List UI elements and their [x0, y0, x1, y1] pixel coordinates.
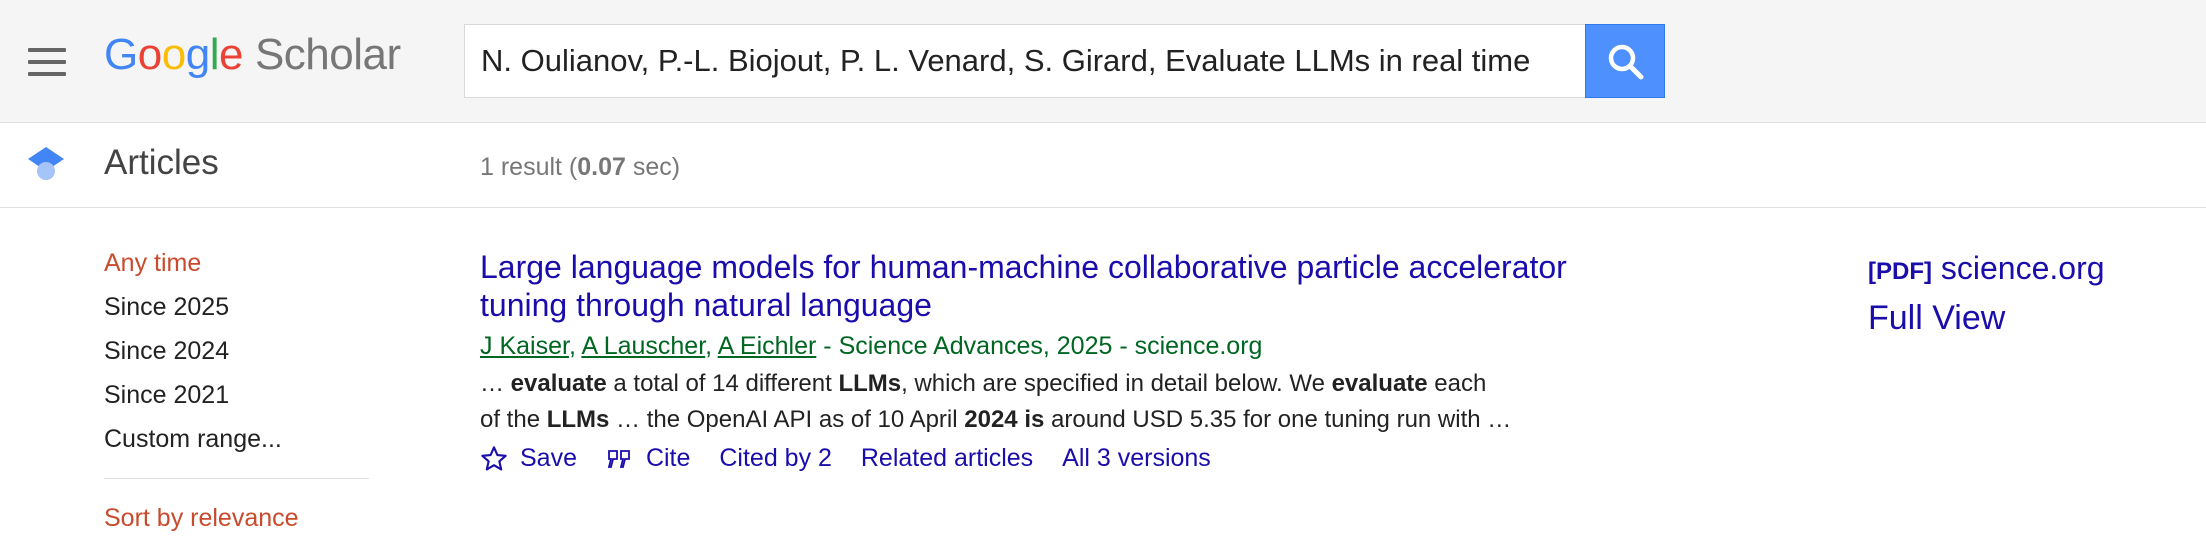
author-link[interactable]: J Kaiser [480, 332, 569, 360]
sort-by-relevance[interactable]: Sort by relevance [104, 503, 369, 547]
graduation-cap-icon [28, 147, 64, 180]
all-versions-link[interactable]: All 3 versions [1062, 440, 1211, 476]
result-count: 1 result (0.07 sec) [480, 153, 681, 181]
save-button[interactable]: Save [480, 440, 577, 476]
snippet-text: , which are specified in detail below. W… [901, 370, 1332, 397]
pdf-link[interactable]: [PDF] science.org [1868, 248, 2105, 292]
related-articles-link[interactable]: Related articles [861, 440, 1033, 476]
filter-since-2025[interactable]: Since 2025 [104, 292, 369, 336]
full-view-link[interactable]: Full View [1868, 298, 2105, 338]
cited-by-link[interactable]: Cited by 2 [719, 440, 832, 476]
side-links: [PDF] science.org Full View [1868, 248, 2105, 338]
author-link[interactable]: A Eichler [718, 332, 817, 360]
result-actions: Save Cite Cited by 2 Related articles Al… [480, 440, 1680, 476]
author-link[interactable]: A Lauscher [581, 332, 705, 360]
star-icon [481, 446, 507, 471]
menu-icon[interactable] [28, 48, 66, 76]
result-title-link[interactable]: Large language models for human-machine … [480, 248, 1680, 324]
snippet-highlight: evaluate [1331, 370, 1428, 397]
snippet-text: … [480, 370, 511, 397]
results-bar: Articles 1 result (0.07 sec) [0, 123, 2206, 208]
snippet-text: a total of 14 different [606, 370, 839, 397]
snippet-highlight: 2024 is [964, 406, 1045, 433]
search-result: Large language models for human-machine … [480, 248, 1680, 476]
search-icon [1608, 44, 1644, 80]
quote-icon [607, 450, 630, 469]
search-button[interactable] [1585, 24, 1665, 98]
result-meta: J Kaiser, A Lauscher, A Eichler - Scienc… [480, 332, 1263, 360]
filter-custom-range[interactable]: Custom range... [104, 424, 369, 468]
snippet-line: of the LLMs … the OpenAI API as of 10 Ap… [480, 402, 1610, 438]
result-snippet: … evaluate a total of 14 different LLMs,… [480, 366, 1610, 438]
header: Google Scholar N. Oulianov, P.-L. Biojout… [0, 0, 2206, 123]
snippet-highlight: evaluate [510, 370, 607, 397]
snippet-line: … evaluate a total of 14 different LLMs,… [480, 366, 1610, 402]
snippet-text: of the [480, 406, 547, 433]
cite-button[interactable]: Cite [606, 440, 690, 476]
google-scholar-logo[interactable]: Google Scholar [104, 30, 401, 80]
filter-since-2024[interactable]: Since 2024 [104, 336, 369, 380]
snippet-highlight: LLMs [546, 406, 610, 433]
sidebar: Any time Since 2025 Since 2024 Since 202… [104, 248, 369, 547]
snippet-text: around USD 5.35 for one tuning run with … [1044, 406, 1512, 433]
sidebar-divider [104, 478, 369, 479]
snippet-text: … the OpenAI API as of 10 April [609, 406, 965, 433]
section-title: Articles [104, 143, 219, 182]
filter-since-2021[interactable]: Since 2021 [104, 380, 369, 424]
filter-any-time[interactable]: Any time [104, 248, 369, 292]
snippet-highlight: LLMs [838, 370, 902, 397]
result-source: - Science Advances, 2025 - science.org [816, 332, 1263, 360]
search-input[interactable]: N. Oulianov, P.-L. Biojout, P. L. Venard… [464, 24, 1585, 98]
snippet-text: each [1427, 370, 1487, 397]
